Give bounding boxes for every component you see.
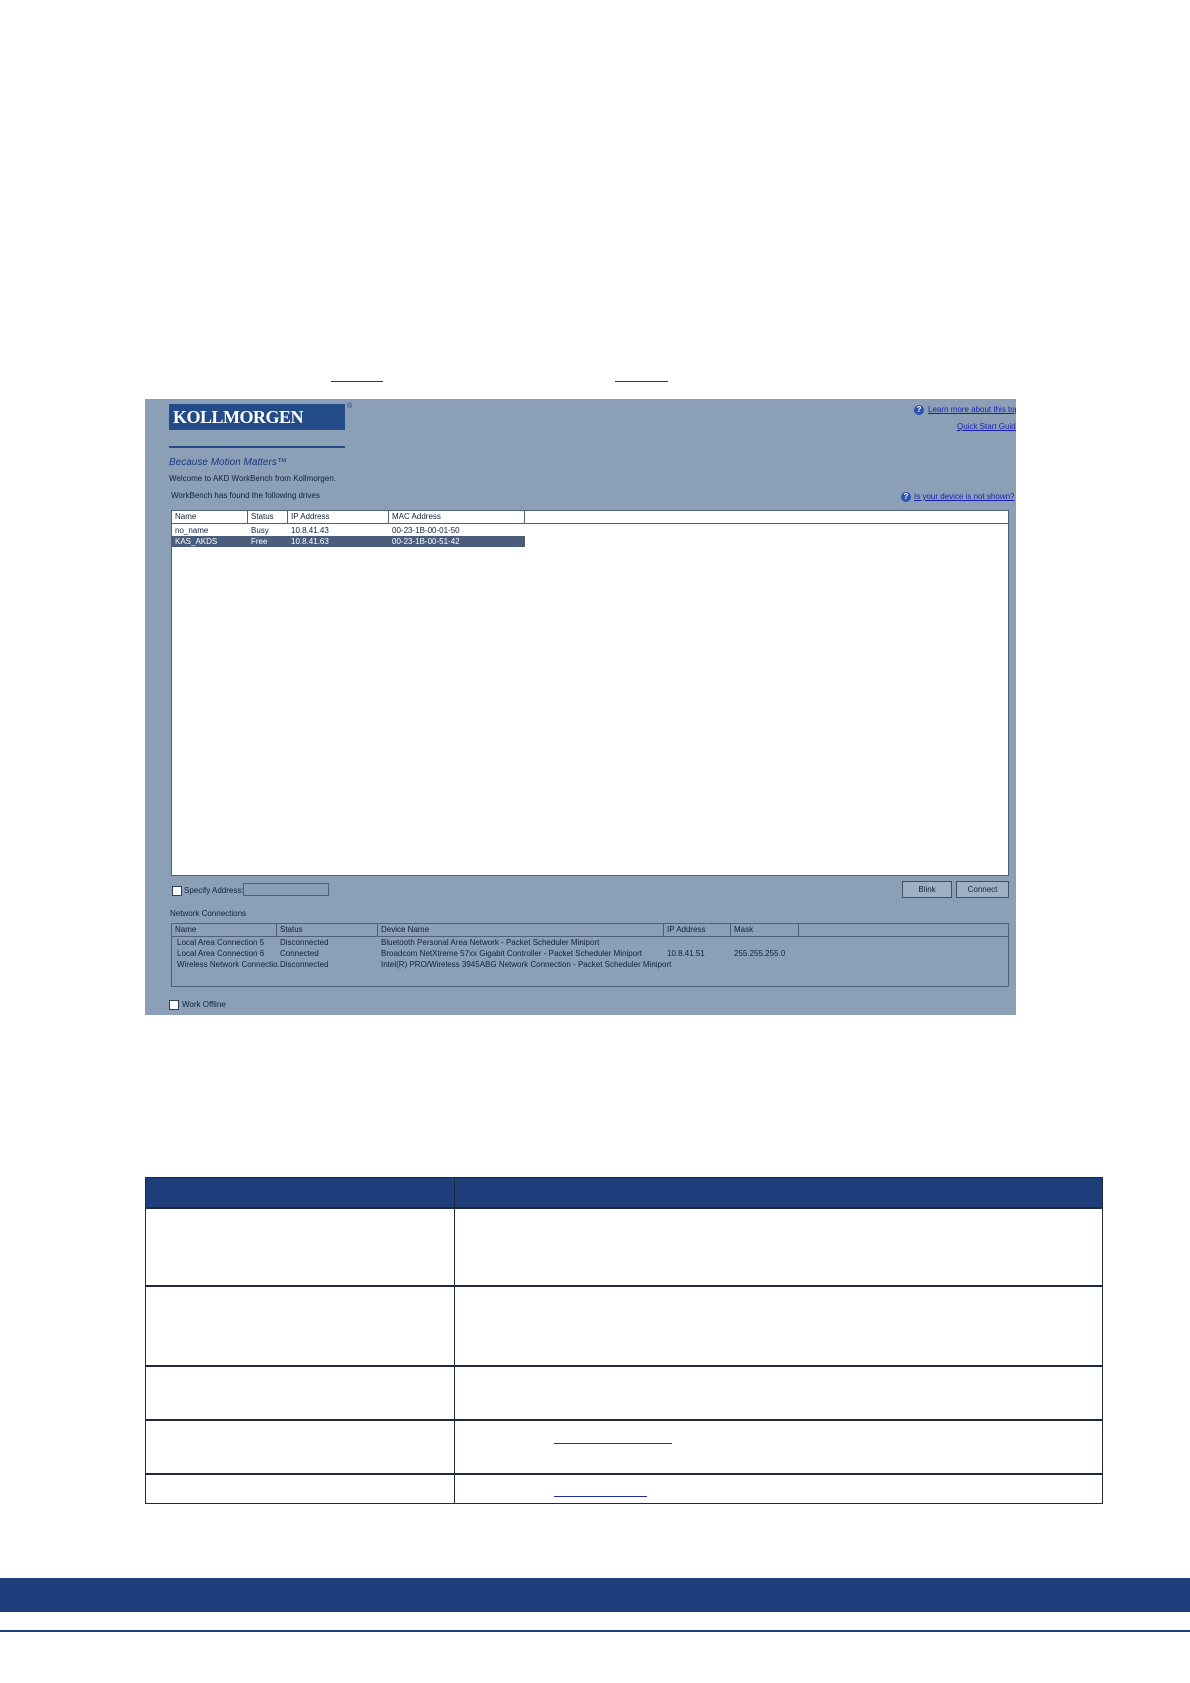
network-name: Wireless Network Connectio...: [177, 960, 285, 969]
connect-button[interactable]: Connect: [956, 881, 1009, 898]
network-name: Local Area Connection 5: [177, 938, 265, 947]
column-header-status[interactable]: Status: [277, 924, 378, 936]
network-row[interactable]: Local Area Connection 6 Connected Broadc…: [172, 948, 1008, 959]
specify-address-checkbox[interactable]: [172, 886, 182, 896]
footer-band: [0, 1578, 1190, 1612]
column-header-mac[interactable]: MAC Address: [389, 511, 525, 523]
network-connections-list[interactable]: Name Status Device Name IP Address Mask …: [171, 923, 1009, 987]
drive-ip: 10.8.41.63: [291, 537, 329, 546]
column-header-ip[interactable]: IP Address: [664, 924, 731, 936]
network-connections-label: Network Connections: [170, 909, 247, 918]
registered-mark: ®: [347, 403, 353, 410]
kollmorgen-logo: KOLLMORGEN: [169, 404, 345, 430]
column-header-name[interactable]: Name: [172, 511, 248, 523]
network-status: Connected: [280, 949, 319, 958]
network-row[interactable]: Wireless Network Connectio... Disconnect…: [172, 959, 1008, 970]
options-table: [145, 1177, 1103, 1504]
table-row-divider: [146, 1419, 1102, 1421]
network-status: Disconnected: [280, 938, 329, 947]
found-drives-text: WorkBench has found the following drives: [171, 491, 320, 500]
specify-address-input[interactable]: [243, 883, 329, 896]
help-icon[interactable]: ?: [914, 405, 924, 415]
table-link-1[interactable]: [554, 1443, 672, 1444]
device-not-shown-link[interactable]: Is your device is not shown?: [914, 492, 1015, 501]
table-row-divider: [146, 1207, 1102, 1209]
text-link-2[interactable]: [615, 381, 668, 382]
network-device: Broadcom NetXtreme 57xx Gigabit Controll…: [381, 949, 642, 958]
networks-header: Name Status Device Name IP Address Mask: [172, 924, 1008, 937]
network-device: Bluetooth Personal Area Network - Packet…: [381, 938, 600, 947]
drive-status: Busy: [251, 526, 269, 535]
blink-button[interactable]: Blink: [902, 881, 952, 898]
network-mask: 255.255.255.0: [734, 949, 786, 958]
table-row-divider: [146, 1285, 1102, 1287]
specify-address-label: Specify Address:: [184, 886, 244, 895]
drive-mac: 00-23-1B-00-01-50: [392, 526, 460, 535]
logo-rule: [169, 446, 345, 448]
help-icon[interactable]: ?: [901, 492, 911, 502]
drive-name: KAS_AKDS: [175, 537, 218, 546]
drive-mac: 00-23-1B-00-51-42: [392, 537, 460, 546]
table-link-2[interactable]: [554, 1496, 647, 1497]
work-offline-label: Work Offline: [182, 1000, 226, 1009]
network-status: Disconnected: [280, 960, 329, 969]
welcome-text: Welcome to AKD WorkBench from Kollmorgen…: [169, 474, 336, 483]
drive-ip: 10.8.41.43: [291, 526, 329, 535]
column-header-name[interactable]: Name: [172, 924, 277, 936]
drive-name: no_name: [175, 526, 209, 535]
drive-status: Free: [251, 537, 268, 546]
column-header-mask[interactable]: Mask: [731, 924, 799, 936]
table-row-divider: [146, 1365, 1102, 1367]
workbench-screenshot: KOLLMORGEN ® Because Motion Matters™ Wel…: [145, 399, 1016, 1015]
tagline: Because Motion Matters™: [169, 457, 287, 468]
text-link-1[interactable]: [331, 381, 383, 382]
column-header-status[interactable]: Status: [248, 511, 288, 523]
drive-row[interactable]: no_name Busy 10.8.41.43 00-23-1B-00-01-5…: [172, 525, 525, 536]
column-header-device-name[interactable]: Device Name: [378, 924, 664, 936]
network-ip: 10.8.41.51: [667, 949, 705, 958]
quick-start-guide-link[interactable]: Quick Start Guide: [957, 422, 1016, 431]
learn-more-link[interactable]: Learn more about this topic: [928, 405, 1016, 414]
drives-list[interactable]: Name Status IP Address MAC Address no_na…: [171, 510, 1009, 876]
network-device: Intel(R) PRO/Wireless 3945ABG Network Co…: [381, 960, 672, 969]
work-offline-checkbox[interactable]: [169, 1000, 179, 1010]
network-row[interactable]: Local Area Connection 5 Disconnected Blu…: [172, 937, 1008, 948]
drive-row-selected[interactable]: KAS_AKDS Free 10.8.41.63 00-23-1B-00-51-…: [172, 536, 525, 547]
table-header-right: [455, 1178, 1102, 1207]
column-header-ip[interactable]: IP Address: [288, 511, 389, 523]
footer-rule: [0, 1630, 1190, 1632]
network-name: Local Area Connection 6: [177, 949, 265, 958]
table-row-divider: [146, 1473, 1102, 1475]
table-column-divider: [454, 1178, 455, 1503]
table-header-left: [146, 1178, 454, 1207]
drives-header: Name Status IP Address MAC Address: [172, 511, 1008, 524]
